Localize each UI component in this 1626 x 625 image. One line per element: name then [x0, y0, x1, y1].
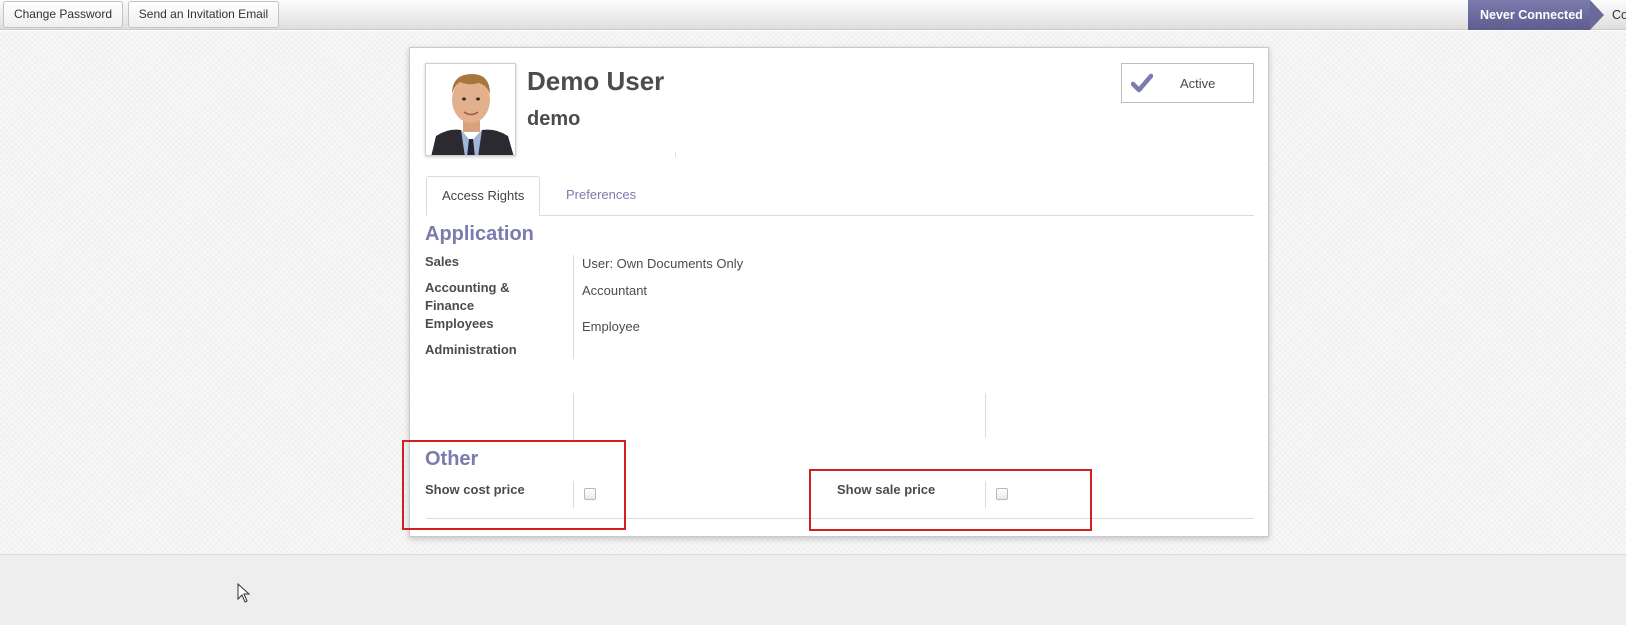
group-divider-right: [985, 393, 986, 438]
stage-next[interactable]: Co: [1612, 0, 1626, 30]
administration-label: Administration: [425, 342, 517, 357]
stage-never-connected[interactable]: Never Connected: [1468, 0, 1590, 30]
group-divider-left: [573, 393, 574, 443]
highlight-cost-price: [402, 440, 626, 530]
application-section-title: Application: [425, 223, 534, 245]
send-invitation-button[interactable]: Send an Invitation Email: [128, 1, 279, 28]
tab-preferences[interactable]: Preferences: [551, 176, 651, 216]
statusbar: Change Password Send an Invitation Email…: [0, 0, 1626, 30]
accounting-label: Accounting & Finance: [425, 280, 510, 313]
sales-label: Sales: [425, 254, 459, 269]
application-column-divider: [573, 255, 574, 359]
active-label: Active: [1180, 76, 1216, 91]
active-toggle-button[interactable]: Active: [1121, 63, 1254, 103]
check-icon: [1131, 73, 1153, 93]
employees-label: Employees: [425, 316, 494, 331]
field-divider: [675, 152, 676, 157]
user-login[interactable]: demo: [527, 108, 580, 131]
stage-arrow: [1590, 0, 1604, 30]
user-avatar[interactable]: [425, 63, 516, 156]
user-name[interactable]: Demo User: [527, 66, 664, 97]
highlight-sale-price: [809, 469, 1092, 531]
sales-value[interactable]: User: Own Documents Only: [582, 256, 743, 271]
accounting-value[interactable]: Accountant: [582, 283, 647, 298]
employees-value[interactable]: Employee: [582, 319, 640, 334]
tab-access-rights[interactable]: Access Rights: [426, 176, 541, 216]
avatar-image: [426, 64, 515, 155]
mouse-pointer-icon: [237, 583, 251, 603]
change-password-button[interactable]: Change Password: [3, 1, 123, 28]
